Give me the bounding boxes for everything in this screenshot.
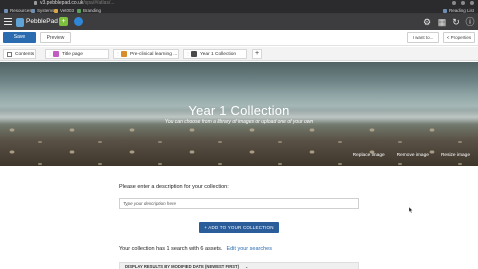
tabs-overview-icon[interactable] (470, 1, 474, 5)
description-input[interactable]: Type your description here (119, 198, 359, 209)
tab-year-1-collection[interactable]: ⋮ Year 1 Collection (183, 49, 247, 59)
folder-icon (31, 8, 35, 13)
page-title: Year 1 Collection (188, 103, 290, 118)
bookmark-systems[interactable]: Systems (31, 7, 54, 14)
edit-searches-link[interactable]: Edit your searches (226, 246, 272, 252)
folder-icon (54, 8, 58, 13)
history-icon[interactable]: ↻ (451, 17, 461, 27)
add-page-button[interactable]: + (252, 49, 262, 59)
collection-icon (191, 51, 197, 57)
editor-toolbar: Save Preview I want to... < Properties (0, 30, 478, 46)
hero-pebbles (0, 122, 478, 166)
bookmark-branding[interactable]: Branding (77, 7, 101, 14)
new-tab-icon[interactable] (461, 1, 465, 5)
share-icon[interactable] (452, 1, 456, 5)
hero-banner-image: Year 1 Collection You can choose from a … (0, 62, 478, 166)
tab-pre-clinical-learning[interactable]: ⋮ Pre-clinical learning ... (113, 49, 179, 59)
browser-toolbar-icons (452, 1, 474, 5)
folder-icon (4, 8, 8, 13)
bookmarks-bar: Resources Systems Vet003 Branding Readin… (0, 7, 478, 14)
remove-image-link[interactable]: Remove image (397, 153, 429, 158)
preview-button[interactable]: Preview (40, 32, 71, 43)
save-button[interactable]: Save (3, 32, 36, 43)
address-field[interactable]: v3.pebblepad.co.uk/spa/#/atlas/... (40, 0, 115, 7)
bookmark-vet003[interactable]: Vet003 (54, 7, 74, 14)
replace-image-link[interactable]: Replace image (353, 153, 385, 158)
contents-icon (7, 51, 12, 57)
add-to-collection-button[interactable]: + ADD TO YOUR COLLECTION (199, 222, 279, 233)
pebble-logo-icon (16, 17, 24, 27)
hero-image-actions: Replace image Remove image Resize image (353, 153, 470, 158)
sort-dropdown[interactable]: DISPLAY RESULTS BY MODIFIED DATE (NEWEST… (119, 262, 359, 269)
gear-icon[interactable]: ⚙ (422, 17, 432, 27)
browser-url-bar: v3.pebblepad.co.uk/spa/#/atlas/... (0, 0, 478, 7)
drag-handle-icon[interactable]: ⋮ (116, 50, 120, 58)
create-plus-icon[interactable]: + (59, 17, 68, 26)
properties-button[interactable]: < Properties (443, 32, 475, 43)
drag-handle-icon[interactable]: ⋮ (48, 50, 52, 58)
collection-summary: Your collection has 1 search with 6 asse… (119, 246, 272, 252)
reading-list-icon (442, 8, 447, 13)
mouse-cursor-icon (409, 207, 413, 213)
folder-icon (77, 8, 81, 13)
i-want-to-button[interactable]: I want to... (407, 32, 439, 43)
drag-handle-icon[interactable]: ⋮ (186, 50, 190, 58)
bookmark-resources[interactable]: Resources (4, 7, 32, 14)
reading-list[interactable]: Reading List (442, 7, 474, 14)
description-label: Please enter a description for your coll… (119, 184, 229, 190)
info-icon[interactable]: ⓘ (465, 17, 475, 27)
lock-icon (34, 1, 37, 5)
page-type-icon (121, 51, 127, 57)
hero-subtitle: You can choose from a library of images … (164, 119, 314, 125)
apps-grid-icon[interactable]: ▦ (437, 17, 447, 27)
page-tabs: Contents ⋮ Title page ⋮ Pre-clinical lea… (0, 47, 478, 61)
atlas-icon[interactable] (74, 17, 83, 26)
hamburger-menu-icon[interactable] (4, 18, 12, 26)
tab-contents[interactable]: Contents (3, 49, 36, 59)
pebblepad-logo[interactable]: PebblePad (16, 17, 58, 27)
app-header: PebblePad + ⚙ ▦ ↻ ⓘ (0, 14, 478, 30)
resize-image-link[interactable]: Resize image (441, 153, 470, 158)
tab-title-page[interactable]: ⋮ Title page (45, 49, 109, 59)
page-type-icon (53, 51, 59, 57)
chevron-down-icon: ⌄ (245, 264, 249, 269)
